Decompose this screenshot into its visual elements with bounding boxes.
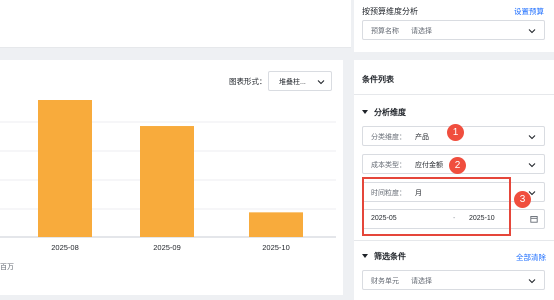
finance-unit-label: 财务单元 bbox=[371, 278, 399, 285]
clear-all-link[interactable]: 全部清除 bbox=[516, 252, 546, 263]
x-tick-label: 2025-10 bbox=[262, 243, 290, 252]
chart-form-value: 堆叠柱... bbox=[279, 79, 306, 86]
budget-name-placeholder: 请选择 bbox=[411, 28, 432, 35]
category-dimension-label: 分类维度： bbox=[371, 134, 406, 141]
bar-2025-10[interactable] bbox=[249, 212, 303, 237]
bar-chart: 2025-08 2025-09 2025-10 bbox=[0, 100, 336, 252]
chevron-down-icon bbox=[528, 163, 536, 168]
filter-conditions-header[interactable]: 筛选条件 bbox=[362, 251, 406, 262]
finance-unit-placeholder: 请选择 bbox=[411, 278, 432, 285]
chart-form-select[interactable]: 堆叠柱... bbox=[268, 71, 332, 91]
unit-label: 百万 bbox=[0, 264, 14, 271]
x-tick-label: 2025-09 bbox=[153, 243, 181, 252]
highlight-box bbox=[362, 177, 511, 236]
chevron-down-icon bbox=[528, 29, 536, 34]
finance-unit-select[interactable]: 财务单元 请选择 bbox=[362, 270, 545, 290]
budget-name-select[interactable]: 预算名称 请选择 bbox=[362, 20, 545, 40]
collapse-triangle-icon bbox=[362, 254, 368, 258]
analysis-dimension-header[interactable]: 分析维度 bbox=[362, 107, 406, 118]
annotation-badge-1: 1 bbox=[447, 124, 464, 141]
analysis-dimension-title: 分析维度 bbox=[374, 108, 406, 117]
chart-form-label: 图表形式： bbox=[229, 77, 267, 86]
x-tick-label: 2025-08 bbox=[51, 243, 79, 252]
budget-section-label: 按预算维度分析 bbox=[362, 7, 418, 16]
divider bbox=[354, 94, 554, 95]
condition-list-title: 条件列表 bbox=[362, 75, 394, 84]
chevron-down-icon bbox=[528, 279, 536, 284]
cost-type-label: 成本类型： bbox=[371, 162, 406, 169]
category-dimension-value: 产品 bbox=[415, 134, 429, 141]
annotation-badge-3: 3 bbox=[514, 191, 531, 208]
bar-2025-08[interactable] bbox=[38, 100, 92, 237]
page-header bbox=[0, 0, 351, 48]
calendar-icon bbox=[530, 216, 538, 223]
chevron-down-icon bbox=[317, 80, 325, 85]
annotation-badge-2: 2 bbox=[449, 157, 466, 174]
chevron-down-icon bbox=[528, 135, 536, 140]
bar-2025-09[interactable] bbox=[140, 126, 194, 237]
cost-type-value: 应付金额 bbox=[415, 162, 443, 169]
divider bbox=[354, 240, 554, 241]
collapse-triangle-icon bbox=[362, 110, 368, 114]
filter-conditions-title: 筛选条件 bbox=[374, 252, 406, 261]
chart-panel: 2025-08 2025-09 2025-10 图表形式： 堆叠柱... 百万 bbox=[0, 60, 343, 295]
budget-name-label: 预算名称 bbox=[371, 28, 399, 35]
set-budget-link[interactable]: 设置预算 bbox=[514, 6, 544, 17]
